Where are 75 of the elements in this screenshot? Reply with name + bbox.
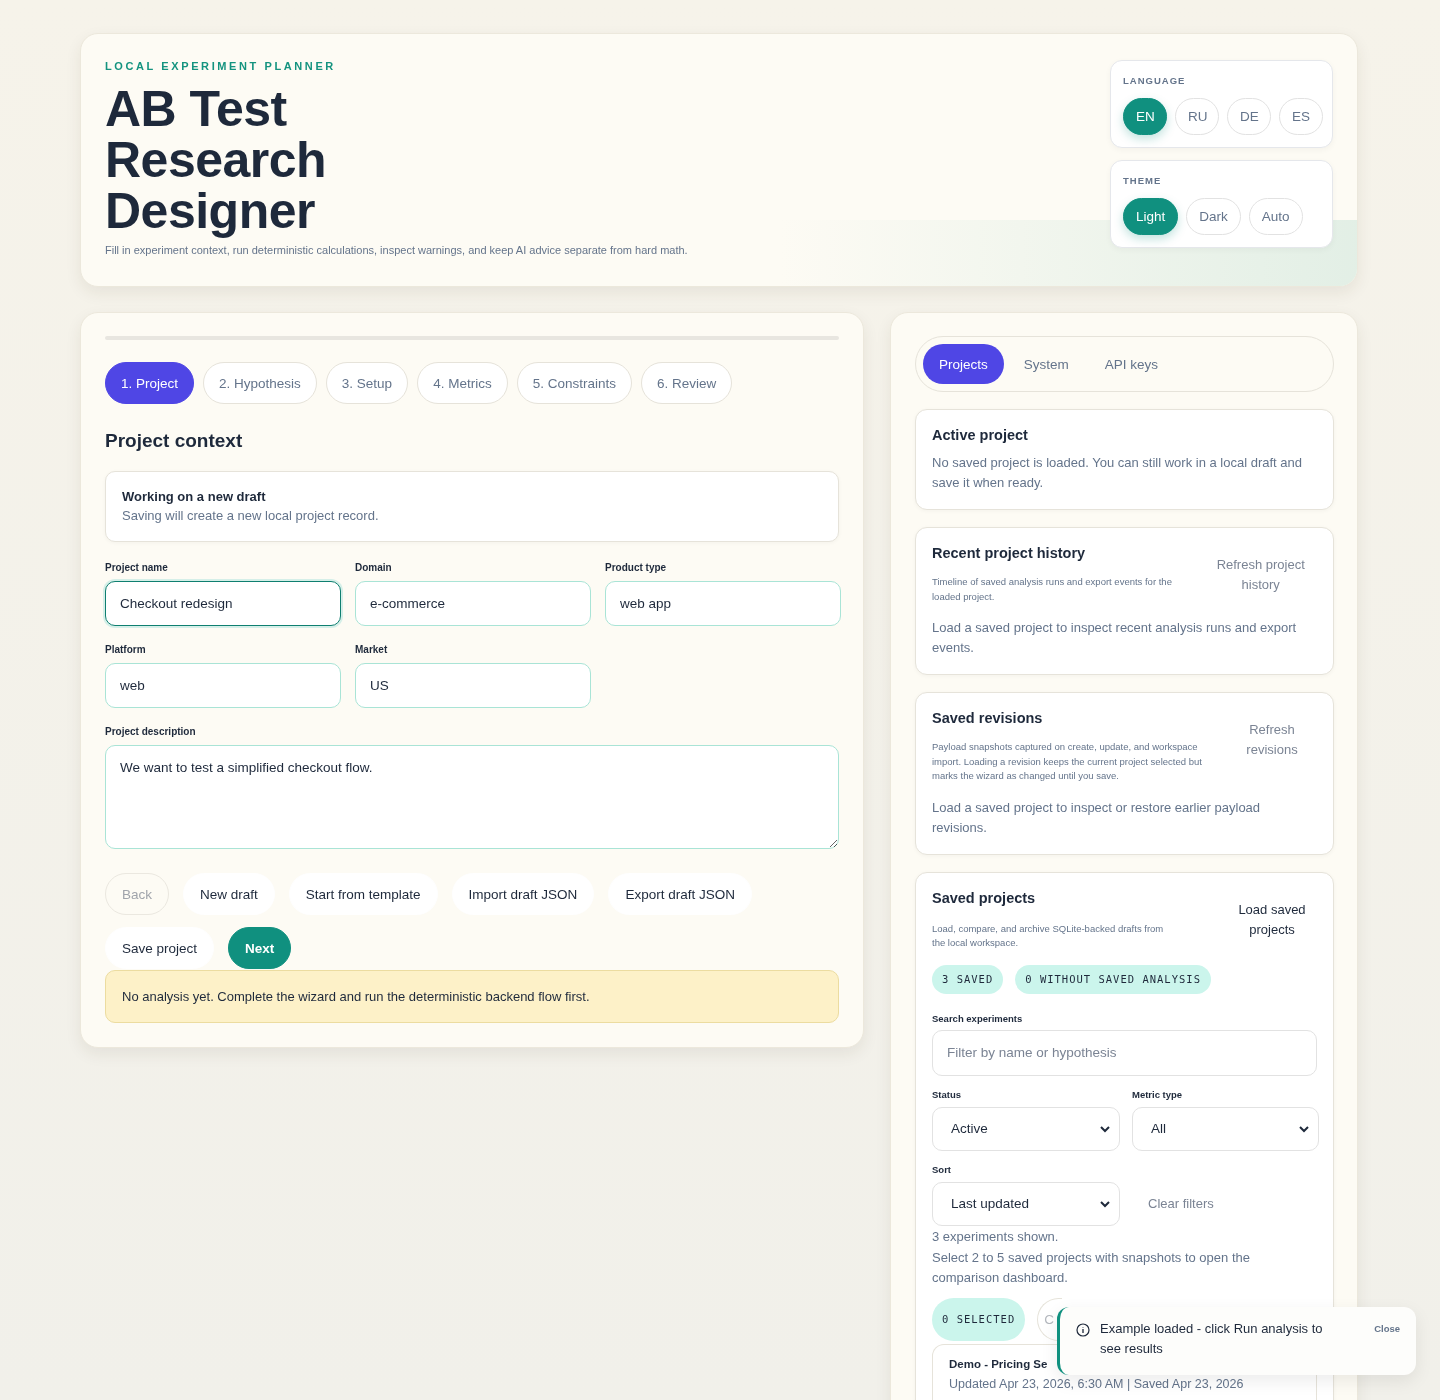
empty-state-text: Load a saved project to inspect recent analysis runs and export events. (932, 619, 1298, 657)
section-label: THEME (1123, 175, 1163, 186)
wizard-step-tab[interactable]: 5. Constraints (516, 362, 632, 404)
refresh-button[interactable]: Refresh project history (1204, 555, 1317, 595)
language-option[interactable]: ES (1279, 98, 1323, 135)
field-label: Market (355, 644, 389, 655)
wizard-step-tab[interactable]: 6. Review (640, 362, 733, 404)
field-label: Search experiments (932, 1012, 1024, 1024)
load-button[interactable]: Load saved projects (1227, 899, 1317, 940)
selection-badge: 0 SELECTED (932, 1297, 1026, 1341)
field-label: Platform (105, 644, 147, 655)
field-label: Domain (355, 562, 393, 573)
empty-state-text: Load a saved project to inspect or restore earlier payload revisions. (932, 798, 1262, 837)
action-button[interactable]: New draft (183, 873, 275, 915)
language-option[interactable]: RU (1175, 98, 1219, 135)
clear-filters-button[interactable]: Clear filters (1148, 1196, 1317, 1211)
notice-text: Saving will create a new local project record. (122, 508, 380, 523)
count-badge: 3 SAVED (932, 964, 1004, 994)
results-count: 3 experiments shown. (932, 1227, 1060, 1246)
field-label: Product type (605, 562, 668, 573)
action-button[interactable]: Import draft JSON (451, 873, 595, 915)
action-button[interactable]: Export draft JSON (608, 873, 752, 915)
section-title: Project context (105, 430, 244, 452)
wizard-step-tab[interactable]: 1. Project (105, 362, 195, 404)
input-field[interactable]: Checkout redesign (105, 581, 341, 626)
card-title: Recent project history (932, 545, 1087, 561)
close-button[interactable]: Close (1374, 1323, 1400, 1334)
search-field[interactable]: Filter by name or hypothesis (932, 1029, 1317, 1076)
action-button[interactable]: Save project (105, 927, 215, 969)
theme-option[interactable]: Light (1123, 198, 1179, 235)
wizard-step-tab[interactable]: 4. Metrics (417, 362, 508, 404)
card-description: Payload snapshots captured on create, update, and workspace import. Loading a revision keeps the current project selected but marks the wizard as changed until you save. (932, 740, 1203, 783)
input-field[interactable]: e-commerce (355, 581, 591, 626)
card-description: Timeline of saved analysis runs and export events for the loaded project. (932, 575, 1173, 604)
dropdown[interactable]: Last updated (932, 1181, 1120, 1226)
wizard-step-tab[interactable]: 3. Setup (325, 362, 409, 404)
theme-option[interactable]: Auto (1248, 198, 1303, 235)
field-label: Project description (105, 726, 197, 737)
refresh-button[interactable]: Refresh revisions (1227, 720, 1317, 760)
info-icon (1076, 1323, 1090, 1337)
notice-title: Working on a new draft (122, 489, 267, 504)
wizard-step-tab[interactable]: 2. Hypothesis (203, 362, 317, 404)
action-button[interactable]: Start from template (288, 873, 438, 915)
language-option[interactable]: DE (1227, 98, 1271, 135)
card-title: Saved revisions (932, 710, 1044, 726)
input-field[interactable]: web (105, 663, 341, 708)
app-subtitle: Fill in experiment context, run deterministic calculations, inspect warnings, and keep AI advice separate from hard math. (105, 244, 688, 256)
action-button[interactable]: Next (228, 927, 292, 969)
card-description: Load, compare, and archive SQLite-backed drafts from the local workspace. (932, 921, 1165, 950)
project-name: Demo - Pricing Se (949, 1357, 1048, 1370)
theme-option[interactable]: Dark (1186, 198, 1241, 235)
input-field[interactable]: web app (605, 581, 841, 626)
input-field[interactable]: US (355, 663, 591, 708)
project-meta: Updated Apr 23, 2026, 6:30 AM | Saved Apr 23, 2026 (949, 1376, 1245, 1391)
panel-tab[interactable]: System (1007, 344, 1085, 384)
language-option[interactable]: EN (1123, 98, 1167, 135)
app-title: AB Test Research Designer (105, 84, 328, 237)
panel-tab[interactable]: Projects (923, 344, 1004, 384)
section-label: LANGUAGE (1123, 75, 1187, 86)
toast-message: Example loaded - click Run analysis to see results (1100, 1320, 1324, 1358)
card-text: No saved project is loaded. You can still work in a local draft and save it when ready. (932, 454, 1303, 492)
field-label: Sort (932, 1163, 952, 1175)
dropdown[interactable]: All (1132, 1106, 1319, 1151)
eyebrow-label: LOCAL EXPERIMENT PLANNER (105, 60, 337, 72)
field-label: Project name (105, 562, 169, 573)
dropdown[interactable]: Active (932, 1106, 1120, 1151)
card-title: Active project (932, 427, 1029, 443)
count-badge: 0 WITHOUT SAVED ANALYSIS (1015, 964, 1211, 994)
panel-tab[interactable]: API keys (1088, 344, 1175, 384)
field-label: Status (932, 1088, 963, 1100)
description-field[interactable]: We want to test a simplified checkout flow. (105, 745, 839, 849)
status-banner: No analysis yet. Complete the wizard and run the deterministic backend flow first. (105, 970, 839, 1023)
card-title: Saved projects (932, 889, 1037, 906)
field-label: Metric type (1132, 1088, 1184, 1100)
selection-hint: Select 2 to 5 saved projects with snapshots to open the comparison dashboard. (932, 1248, 1251, 1287)
